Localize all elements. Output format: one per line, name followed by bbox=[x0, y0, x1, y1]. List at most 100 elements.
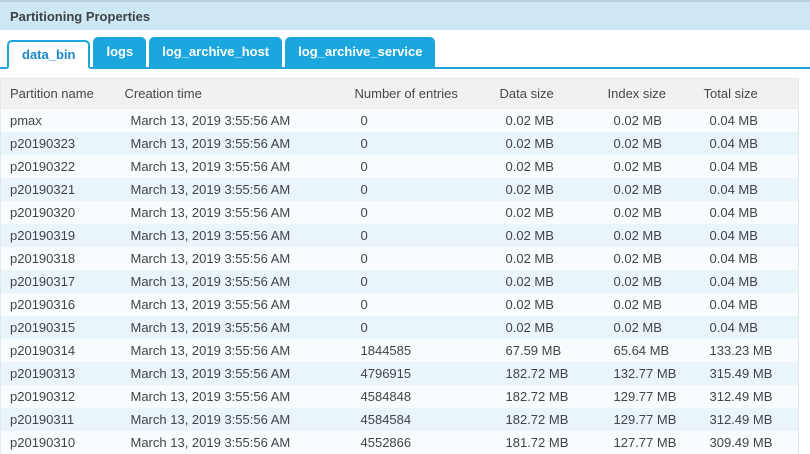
cell-number-of-entries: 0 bbox=[346, 293, 491, 316]
cell-index-size: 0.02 MB bbox=[599, 247, 695, 270]
tab-bar: data_binlogslog_archive_hostlog_archive_… bbox=[0, 30, 810, 69]
cell-index-size: 0.02 MB bbox=[599, 316, 695, 339]
cell-partition-name: p20190310 bbox=[1, 431, 116, 454]
cell-index-size: 0.02 MB bbox=[599, 224, 695, 247]
cell-data-size: 0.02 MB bbox=[491, 155, 599, 178]
cell-creation-time: March 13, 2019 3:55:56 AM bbox=[116, 247, 346, 270]
cell-data-size: 0.02 MB bbox=[491, 178, 599, 201]
cell-partition-name: p20190313 bbox=[1, 362, 116, 385]
cell-number-of-entries: 1844585 bbox=[346, 339, 491, 362]
cell-creation-time: March 13, 2019 3:55:56 AM bbox=[116, 339, 346, 362]
cell-partition-name: p20190319 bbox=[1, 224, 116, 247]
cell-total-size: 0.04 MB bbox=[695, 201, 799, 224]
cell-index-size: 0.02 MB bbox=[599, 201, 695, 224]
cell-creation-time: March 13, 2019 3:55:56 AM bbox=[116, 201, 346, 224]
cell-creation-time: March 13, 2019 3:55:56 AM bbox=[116, 431, 346, 454]
cell-index-size: 0.02 MB bbox=[599, 109, 695, 132]
cell-number-of-entries: 0 bbox=[346, 201, 491, 224]
cell-number-of-entries: 0 bbox=[346, 224, 491, 247]
cell-number-of-entries: 0 bbox=[346, 316, 491, 339]
cell-number-of-entries: 4796915 bbox=[346, 362, 491, 385]
cell-index-size: 65.64 MB bbox=[599, 339, 695, 362]
column-header-index-size: Index size bbox=[599, 79, 695, 109]
cell-total-size: 312.49 MB bbox=[695, 385, 799, 408]
cell-data-size: 0.02 MB bbox=[491, 224, 599, 247]
table-row: p20190315March 13, 2019 3:55:56 AM00.02 … bbox=[1, 316, 799, 339]
tab-logs[interactable]: logs bbox=[93, 37, 146, 67]
cell-total-size: 0.04 MB bbox=[695, 155, 799, 178]
cell-data-size: 182.72 MB bbox=[491, 385, 599, 408]
cell-data-size: 0.02 MB bbox=[491, 247, 599, 270]
table-row: p20190316March 13, 2019 3:55:56 AM00.02 … bbox=[1, 293, 799, 316]
table-body: pmaxMarch 13, 2019 3:55:56 AM00.02 MB0.0… bbox=[1, 109, 799, 454]
table-row: p20190311March 13, 2019 3:55:56 AM458458… bbox=[1, 408, 799, 431]
cell-creation-time: March 13, 2019 3:55:56 AM bbox=[116, 316, 346, 339]
cell-data-size: 0.02 MB bbox=[491, 270, 599, 293]
cell-partition-name: p20190322 bbox=[1, 155, 116, 178]
cell-creation-time: March 13, 2019 3:55:56 AM bbox=[116, 408, 346, 431]
cell-total-size: 0.04 MB bbox=[695, 293, 799, 316]
tab-data-bin[interactable]: data_bin bbox=[7, 40, 90, 69]
cell-partition-name: p20190317 bbox=[1, 270, 116, 293]
cell-data-size: 181.72 MB bbox=[491, 431, 599, 454]
cell-number-of-entries: 4584584 bbox=[346, 408, 491, 431]
table-row: p20190318March 13, 2019 3:55:56 AM00.02 … bbox=[1, 247, 799, 270]
table-row: pmaxMarch 13, 2019 3:55:56 AM00.02 MB0.0… bbox=[1, 109, 799, 132]
cell-index-size: 132.77 MB bbox=[599, 362, 695, 385]
cell-creation-time: March 13, 2019 3:55:56 AM bbox=[116, 270, 346, 293]
table-row: p20190313March 13, 2019 3:55:56 AM479691… bbox=[1, 362, 799, 385]
page-title: Partitioning Properties bbox=[10, 9, 150, 24]
cell-creation-time: March 13, 2019 3:55:56 AM bbox=[116, 224, 346, 247]
cell-partition-name: p20190321 bbox=[1, 178, 116, 201]
cell-partition-name: p20190323 bbox=[1, 132, 116, 155]
cell-data-size: 0.02 MB bbox=[491, 316, 599, 339]
table-row: p20190317March 13, 2019 3:55:56 AM00.02 … bbox=[1, 270, 799, 293]
cell-index-size: 0.02 MB bbox=[599, 293, 695, 316]
cell-number-of-entries: 4552866 bbox=[346, 431, 491, 454]
cell-index-size: 129.77 MB bbox=[599, 408, 695, 431]
cell-total-size: 133.23 MB bbox=[695, 339, 799, 362]
column-header-partition-name: Partition name bbox=[1, 79, 116, 109]
tab-log-archive-host[interactable]: log_archive_host bbox=[149, 37, 282, 67]
cell-partition-name: p20190320 bbox=[1, 201, 116, 224]
cell-creation-time: March 13, 2019 3:55:56 AM bbox=[116, 109, 346, 132]
table-row: p20190322March 13, 2019 3:55:56 AM00.02 … bbox=[1, 155, 799, 178]
cell-data-size: 0.02 MB bbox=[491, 293, 599, 316]
cell-partition-name: p20190312 bbox=[1, 385, 116, 408]
cell-total-size: 315.49 MB bbox=[695, 362, 799, 385]
cell-partition-name: pmax bbox=[1, 109, 116, 132]
column-header-number-of-entries: Number of entries bbox=[346, 79, 491, 109]
cell-creation-time: March 13, 2019 3:55:56 AM bbox=[116, 385, 346, 408]
cell-data-size: 0.02 MB bbox=[491, 109, 599, 132]
cell-total-size: 0.04 MB bbox=[695, 132, 799, 155]
cell-number-of-entries: 4584848 bbox=[346, 385, 491, 408]
cell-creation-time: March 13, 2019 3:55:56 AM bbox=[116, 155, 346, 178]
column-header-data-size: Data size bbox=[491, 79, 599, 109]
cell-total-size: 0.04 MB bbox=[695, 247, 799, 270]
column-header-creation-time: Creation time bbox=[116, 79, 346, 109]
cell-index-size: 0.02 MB bbox=[599, 270, 695, 293]
cell-partition-name: p20190314 bbox=[1, 339, 116, 362]
cell-total-size: 0.04 MB bbox=[695, 178, 799, 201]
cell-partition-name: p20190318 bbox=[1, 247, 116, 270]
table-row: p20190319March 13, 2019 3:55:56 AM00.02 … bbox=[1, 224, 799, 247]
cell-data-size: 0.02 MB bbox=[491, 201, 599, 224]
cell-creation-time: March 13, 2019 3:55:56 AM bbox=[116, 132, 346, 155]
cell-partition-name: p20190311 bbox=[1, 408, 116, 431]
cell-total-size: 0.04 MB bbox=[695, 224, 799, 247]
table-row: p20190320March 13, 2019 3:55:56 AM00.02 … bbox=[1, 201, 799, 224]
cell-partition-name: p20190315 bbox=[1, 316, 116, 339]
cell-data-size: 182.72 MB bbox=[491, 362, 599, 385]
cell-total-size: 0.04 MB bbox=[695, 270, 799, 293]
panel-header: Partitioning Properties bbox=[0, 0, 810, 30]
cell-creation-time: March 13, 2019 3:55:56 AM bbox=[116, 178, 346, 201]
cell-total-size: 309.49 MB bbox=[695, 431, 799, 454]
cell-index-size: 0.02 MB bbox=[599, 132, 695, 155]
table-row: p20190323March 13, 2019 3:55:56 AM0 0.02 … bbox=[1, 132, 799, 155]
tab-log-archive-service[interactable]: log_archive_service bbox=[285, 37, 435, 67]
partitions-table: Partition nameCreation timeNumber of ent… bbox=[0, 78, 799, 454]
cell-index-size: 0.02 MB bbox=[599, 155, 695, 178]
cell-number-of-entries: 0 bbox=[346, 132, 491, 155]
table-header-row: Partition nameCreation timeNumber of ent… bbox=[1, 79, 799, 109]
cell-data-size: 182.72 MB bbox=[491, 408, 599, 431]
